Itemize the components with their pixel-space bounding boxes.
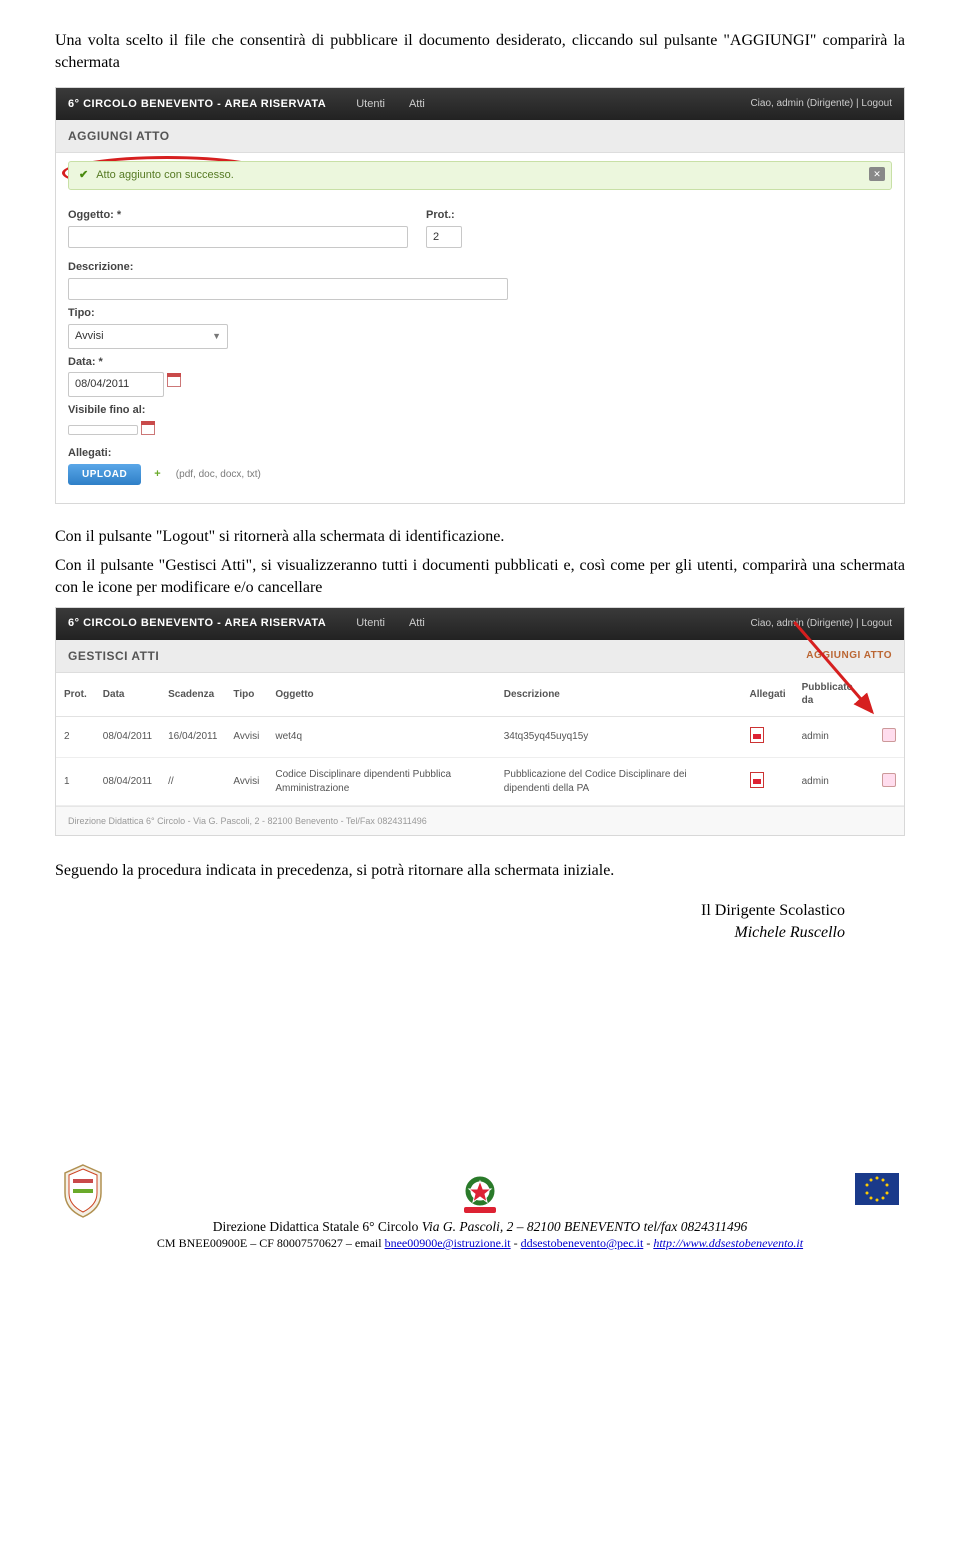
chevron-down-icon: ▼ — [212, 330, 221, 342]
label-visibile: Visibile fino al: — [68, 403, 892, 418]
calendar-icon[interactable] — [141, 421, 155, 435]
pdf-icon[interactable] — [750, 727, 764, 743]
success-message: ✔ Atto aggiunto con successo. ✕ — [68, 161, 892, 190]
screenshot-gestisci-atti: 6° CIRCOLO BENEVENTO - AREA RISERVATA Ut… — [55, 607, 905, 837]
oggetto-input[interactable] — [68, 226, 408, 248]
prot-input[interactable] — [426, 226, 462, 248]
cell-pubblicato: admin — [794, 716, 872, 758]
footer-url[interactable]: http://www.ddsestobenevento.it — [653, 1236, 803, 1250]
footer-sep1: - — [511, 1236, 521, 1250]
cell-allegati — [742, 758, 794, 806]
coat-of-arms-icon — [59, 1163, 107, 1219]
panel-title: GESTISCI ATTI — [68, 648, 159, 664]
cell-oggetto: wet4q — [267, 716, 495, 758]
topnav: Utenti Atti — [356, 616, 425, 631]
footer-email-2[interactable]: ddsestobenevento@pec.it — [521, 1236, 644, 1250]
nav-atti[interactable]: Atti — [409, 97, 425, 112]
label-data: Data: * — [68, 355, 892, 370]
data-value: 08/04/2011 — [75, 377, 129, 392]
calendar-icon[interactable] — [167, 373, 181, 387]
label-descrizione: Descrizione: — [68, 260, 892, 275]
th-allegati: Allegati — [742, 673, 794, 717]
cell-scadenza: // — [160, 758, 225, 806]
cell-pubblicato: admin — [794, 758, 872, 806]
cell-descrizione: Pubblicazione del Codice Disciplinare de… — [496, 758, 742, 806]
th-descrizione: Descrizione — [496, 673, 742, 717]
check-icon: ✔ — [79, 168, 88, 183]
user-info[interactable]: Ciao, admin (Dirigente) | Logout — [750, 97, 892, 111]
cell-data: 08/04/2011 — [95, 758, 160, 806]
tipo-select[interactable]: Avvisi ▼ — [68, 324, 228, 349]
nav-atti[interactable]: Atti — [409, 616, 425, 631]
table-row: 1 08/04/2011 // Avvisi Codice Disciplina… — [56, 758, 904, 806]
footer-line2-a: CM BNEE00900E – CF 80007570627 – email — [157, 1236, 385, 1250]
mid-paragraph-1: Con il pulsante "Logout" si ritornerà al… — [55, 526, 905, 548]
user-info[interactable]: Ciao, admin (Dirigente) | Logout — [750, 617, 892, 631]
table-row: 2 08/04/2011 16/04/2011 Avvisi wet4q 34t… — [56, 716, 904, 758]
th-tipo: Tipo — [225, 673, 267, 717]
data-input[interactable]: 08/04/2011 — [68, 372, 164, 397]
page-footer: Direzione Didattica Statale 6° Circolo V… — [55, 1163, 905, 1251]
label-oggetto: Oggetto: * — [68, 208, 408, 223]
panel-title: AGGIUNGI ATTO — [56, 120, 904, 153]
closing-paragraph: Seguendo la procedura indicata in preced… — [55, 860, 905, 882]
italian-emblem-icon — [456, 1163, 504, 1219]
cell-allegati — [742, 716, 794, 758]
atti-table: Prot. Data Scadenza Tipo Oggetto Descriz… — [56, 673, 904, 807]
label-prot: Prot.: — [426, 208, 462, 223]
th-prot: Prot. — [56, 673, 95, 717]
nav-utenti[interactable]: Utenti — [356, 97, 385, 112]
cell-prot: 2 — [56, 716, 95, 758]
cell-tipo: Avvisi — [225, 758, 267, 806]
cell-tipo: Avvisi — [225, 716, 267, 758]
cell-scadenza: 16/04/2011 — [160, 716, 225, 758]
success-text: Atto aggiunto con successo. — [96, 168, 234, 183]
topbar: 6° CIRCOLO BENEVENTO - AREA RISERVATA Ut… — [56, 88, 904, 120]
intro-paragraph: Una volta scelto il file che consentirà … — [55, 30, 905, 73]
th-oggetto: Oggetto — [267, 673, 495, 717]
footer-line1-b: Via G. Pascoli, 2 – 82100 BENEVENTO tel/… — [422, 1219, 747, 1234]
tipo-value: Avvisi — [75, 329, 104, 344]
cell-actions — [872, 716, 904, 758]
footer-email-1[interactable]: bnee00900e@istruzione.it — [385, 1236, 511, 1250]
upload-hint: (pdf, doc, docx, txt) — [176, 469, 261, 480]
screenshot-footer: Direzione Didattica 6° Circolo - Via G. … — [56, 806, 904, 835]
cell-oggetto: Codice Disciplinare dipendenti Pubblica … — [267, 758, 495, 806]
mid-paragraph-2: Con il pulsante "Gestisci Atti", si visu… — [55, 555, 905, 598]
signature-name: Michele Ruscello — [55, 922, 845, 944]
footer-text: Direzione Didattica Statale 6° Circolo V… — [55, 1219, 905, 1251]
eu-flag-icon — [853, 1163, 901, 1219]
label-tipo: Tipo: — [68, 306, 892, 321]
th-scadenza: Scadenza — [160, 673, 225, 717]
close-icon[interactable]: ✕ — [869, 167, 885, 181]
signature-role: Il Dirigente Scolastico — [55, 900, 845, 922]
screenshot-aggiungi-atto: 6° CIRCOLO BENEVENTO - AREA RISERVATA Ut… — [55, 87, 905, 504]
brand-title: 6° CIRCOLO BENEVENTO - AREA RISERVATA — [68, 616, 326, 631]
plus-icon: + — [154, 468, 160, 480]
pdf-icon[interactable] — [750, 772, 764, 788]
cell-actions — [872, 758, 904, 806]
brand-title: 6° CIRCOLO BENEVENTO - AREA RISERVATA — [68, 97, 326, 112]
cell-descrizione: 34tq35yq45uyq15y — [496, 716, 742, 758]
footer-line1-a: Direzione Didattica Statale 6° Circolo — [213, 1219, 422, 1234]
add-atto-link[interactable]: AGGIUNGI ATTO — [806, 649, 892, 663]
signature-block: Il Dirigente Scolastico Michele Ruscello — [55, 900, 845, 943]
upload-button[interactable]: UPLOAD — [68, 464, 141, 485]
edit-delete-icon[interactable] — [882, 773, 896, 787]
topbar: 6° CIRCOLO BENEVENTO - AREA RISERVATA Ut… — [56, 608, 904, 640]
th-data: Data — [95, 673, 160, 717]
nav-utenti[interactable]: Utenti — [356, 616, 385, 631]
edit-delete-icon[interactable] — [882, 728, 896, 742]
cell-prot: 1 — [56, 758, 95, 806]
panel-title-row: GESTISCI ATTI AGGIUNGI ATTO — [56, 640, 904, 673]
th-pubblicato: Pubblicato da — [794, 673, 872, 717]
cell-data: 08/04/2011 — [95, 716, 160, 758]
descrizione-input[interactable] — [68, 278, 508, 300]
label-allegati: Allegati: — [68, 446, 892, 461]
visibile-input[interactable] — [68, 425, 138, 435]
topnav: Utenti Atti — [356, 97, 425, 112]
footer-sep2: - — [643, 1236, 653, 1250]
